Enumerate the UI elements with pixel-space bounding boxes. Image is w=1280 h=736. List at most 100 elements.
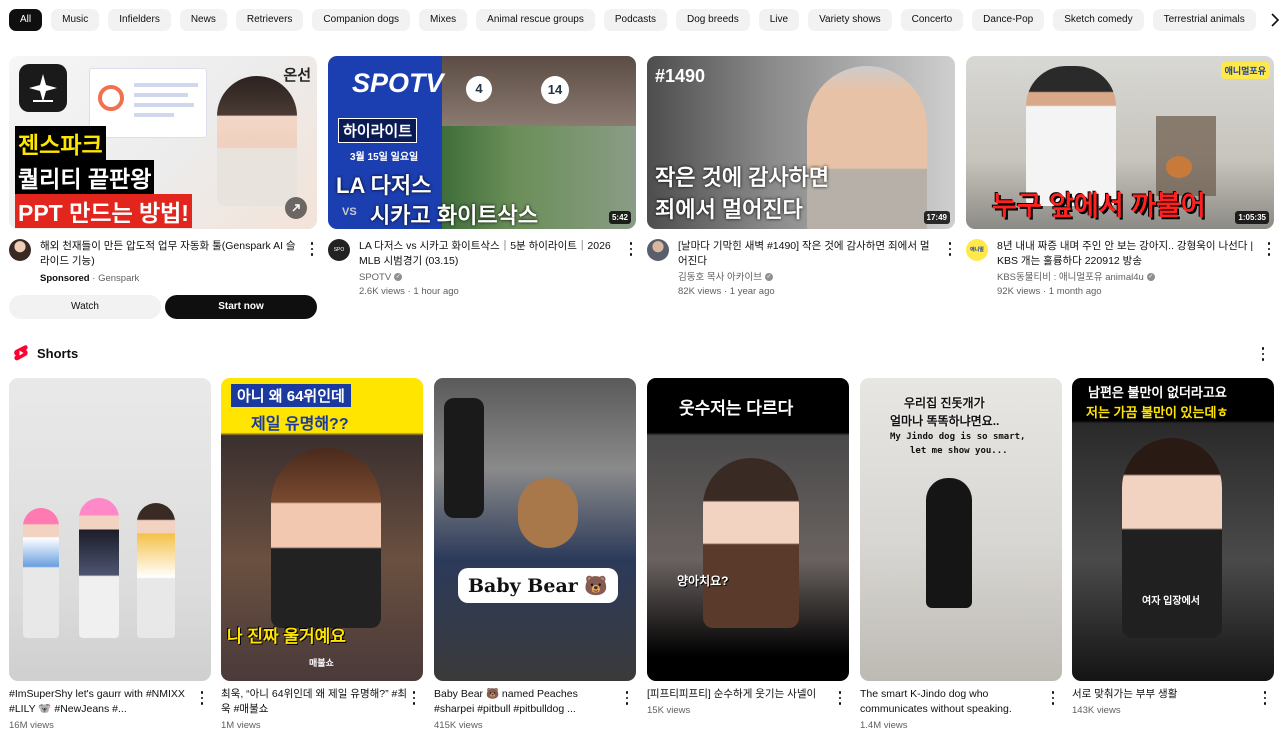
dancer-figure <box>137 503 175 638</box>
verified-icon: ✓ <box>764 273 773 282</box>
video-thumbnail[interactable]: 4 14 SPOTV 하이라이트 3월 15일 일요일 LA 다저스 VS 시카… <box>328 56 636 229</box>
short-thumbnail[interactable] <box>9 378 211 681</box>
short-view-count: 15K views <box>647 705 691 716</box>
filter-chip[interactable]: Terrestrial animals <box>1152 9 1256 31</box>
thumb-text-line-1: 우리집 진돗개가 <box>904 396 985 410</box>
video-thumbnail[interactable]: 온선 젠스파크 퀄리티 끝판왕 PPT 만드는 방법! <box>9 56 317 229</box>
more-actions-button[interactable] <box>1048 690 1058 706</box>
video-title[interactable]: [날마다 기막힌 새벽 #1490] 작은 것에 감사하면 죄에서 멀어진다 <box>678 239 937 269</box>
filter-chip[interactable]: Infielders <box>108 9 171 31</box>
channel-avatar[interactable] <box>9 239 31 261</box>
short-card[interactable]: 우리집 진돗개가 얼마나 똑똑하냐면요.. My Jindo dog is so… <box>860 378 1062 733</box>
more-actions-button[interactable] <box>197 690 207 706</box>
channel-name[interactable]: 김동호 목사 아카이브 <box>678 272 762 283</box>
thumb-text-line-1: 웃수저는 다르다 <box>679 399 794 418</box>
filter-chip[interactable]: Dance-Pop <box>972 9 1045 31</box>
short-view-count: 415K views <box>434 720 483 731</box>
video-title[interactable]: 8년 내내 짜증 내며 주인 안 보는 강아지.. 강형욱이 나선다 | KBS… <box>997 239 1256 269</box>
verified-icon: ✓ <box>1146 273 1155 282</box>
highlight-label: 하이라이트 <box>338 118 418 143</box>
channel-name[interactable]: SPOTV <box>359 272 391 283</box>
shorts-more-button[interactable] <box>1258 346 1268 362</box>
more-actions-button[interactable] <box>409 690 419 706</box>
short-card[interactable]: 아니 왜 64위인데 제일 유명해?? 나 진짜 울거예요 매불쇼 최욱, “아… <box>221 378 423 733</box>
short-card[interactable]: #ImSuperShy let's gaurr with #NMIXX #LIL… <box>9 378 211 733</box>
start-now-button[interactable]: Start now <box>165 295 317 319</box>
short-title[interactable]: The smart K-Jindo dog who communicates w… <box>860 687 1062 717</box>
dog <box>518 478 578 548</box>
more-actions-button[interactable] <box>626 241 636 257</box>
short-thumbnail[interactable]: 웃수저는 다르다 양아치요? <box>647 378 849 681</box>
genspark-logo <box>19 64 67 112</box>
filter-chip[interactable]: Live <box>758 9 800 31</box>
short-thumbnail[interactable]: 우리집 진돗개가 얼마나 똑똑하냐면요.. My Jindo dog is so… <box>860 378 1062 681</box>
short-title[interactable]: #ImSuperShy let's gaurr with #NMIXX #LIL… <box>9 687 211 717</box>
filter-chip[interactable]: News <box>179 9 227 31</box>
thumb-text-line-2: 죄에서 멀어진다 <box>655 197 803 222</box>
filter-chip[interactable]: Dog breeds <box>676 9 750 31</box>
wall-number: 4 <box>466 76 492 102</box>
channel-name[interactable]: KBS동물티비 : 애니멀포유 animal4u <box>997 272 1144 283</box>
short-title[interactable]: 서로 맞춰가는 부부 생활 <box>1072 687 1274 702</box>
upload-age: 1 year ago <box>729 286 775 297</box>
upload-age: 1 hour ago <box>413 286 459 297</box>
speaker-figure <box>807 66 927 229</box>
open-link-icon[interactable] <box>285 197 307 219</box>
short-thumbnail[interactable]: 아니 왜 64위인데 제일 유명해?? 나 진짜 울거예요 매불쇼 <box>221 378 423 681</box>
short-view-count: 1.4M views <box>860 720 908 731</box>
filter-chip[interactable]: Retrievers <box>235 9 304 31</box>
short-title[interactable]: Baby Bear 🐻 named Peaches #sharpei #pitb… <box>434 687 636 717</box>
filter-chip[interactable]: All <box>9 9 43 31</box>
filter-chip[interactable]: Variety shows <box>808 9 892 31</box>
channel-name[interactable]: Genspark <box>98 273 139 284</box>
episode-number: #1490 <box>655 66 706 86</box>
thumb-text-line-2: 얼마나 똑똑하냐면요.. <box>890 414 1000 428</box>
filter-chip[interactable]: Sketch comedy <box>1053 9 1144 31</box>
streamer-figure <box>271 448 381 628</box>
chevron-right-icon <box>1271 13 1280 27</box>
filter-chip[interactable]: Animal rescue groups <box>476 9 595 31</box>
ad-video-card[interactable]: 온선 젠스파크 퀄리티 끝판왕 PPT 만드는 방법! 해외 천재들이 만든 압… <box>9 56 317 319</box>
more-actions-button[interactable] <box>945 241 955 257</box>
shorts-title: Shorts <box>37 345 79 361</box>
filter-chips-bar: All Music Infielders News Retrievers Companio… <box>9 9 1271 31</box>
channel-avatar[interactable]: SPO <box>328 239 350 261</box>
short-card[interactable]: Baby Bear 🐻 Baby Bear 🐻 named Peaches #s… <box>434 378 636 733</box>
chips-next-button[interactable] <box>1258 8 1280 32</box>
short-card[interactable]: 웃수저는 다르다 양아치요? [피프티피프티] 순수하게 웃기는 사넬이 15K… <box>647 378 849 718</box>
short-card[interactable]: 남편은 불만이 없더라고요 저는 가끔 불만이 있는데ㅎ 여자 입장에서 서로 … <box>1072 378 1274 718</box>
game-date: 3월 15일 일요일 <box>350 152 419 163</box>
thumb-caption: 여자 입장에서 <box>1142 596 1200 607</box>
video-title[interactable]: LA 다저스 vs 시카고 화이트삭스｜5분 하이라이트｜2026 MLB 시범… <box>359 239 618 269</box>
short-view-count: 143K views <box>1072 705 1121 716</box>
video-card[interactable]: 애니멀포유 누구 앞에서 까불어 1:05:35 애니멀 8년 내내 짜증 내며… <box>966 56 1274 299</box>
filter-chip[interactable]: Podcasts <box>603 9 668 31</box>
filter-chip[interactable]: Companion dogs <box>312 9 411 31</box>
filter-chip[interactable]: Mixes <box>419 9 468 31</box>
channel-avatar[interactable] <box>647 239 669 261</box>
video-thumbnail[interactable]: #1490 작은 것에 감사하면 죄에서 멀어진다 17:49 <box>647 56 955 229</box>
watch-button[interactable]: Watch <box>9 295 161 319</box>
video-card[interactable]: #1490 작은 것에 감사하면 죄에서 멀어진다 17:49 [날마다 기막힌… <box>647 56 955 299</box>
filter-chip[interactable]: Concerto <box>900 9 964 31</box>
channel-avatar[interactable]: 애니멀 <box>966 239 988 261</box>
short-view-count: 1M views <box>221 720 261 731</box>
more-actions-button[interactable] <box>1260 690 1270 706</box>
video-card[interactable]: 4 14 SPOTV 하이라이트 3월 15일 일요일 LA 다저스 VS 시카… <box>328 56 636 299</box>
broadcaster-logo: SPOTV <box>352 68 444 98</box>
filter-chip[interactable]: Music <box>51 9 100 31</box>
more-actions-button[interactable] <box>835 690 845 706</box>
more-actions-button[interactable] <box>622 690 632 706</box>
short-thumbnail[interactable]: Baby Bear 🐻 <box>434 378 636 681</box>
short-title[interactable]: [피프티피프티] 순수하게 웃기는 사넬이 <box>647 687 849 702</box>
more-actions-button[interactable] <box>307 241 317 257</box>
view-count: 2.6K views <box>359 286 405 297</box>
more-actions-button[interactable] <box>1264 241 1274 257</box>
short-thumbnail[interactable]: 남편은 불만이 없더라고요 저는 가끔 불만이 있는데ㅎ 여자 입장에서 <box>1072 378 1274 681</box>
performer-figure <box>703 458 799 628</box>
video-title[interactable]: 해외 천재들이 만든 압도적 업무 자동화 툴(Genspark AI 슬라이드… <box>40 239 299 269</box>
dancer-figure <box>79 498 119 638</box>
video-thumbnail[interactable]: 애니멀포유 누구 앞에서 까불어 1:05:35 <box>966 56 1274 229</box>
short-title[interactable]: 최욱, “아니 64위인데 왜 제일 유명해?” #최욱 #매불쇼 <box>221 687 423 717</box>
channel-badge: 애니멀포유 <box>1220 62 1270 79</box>
